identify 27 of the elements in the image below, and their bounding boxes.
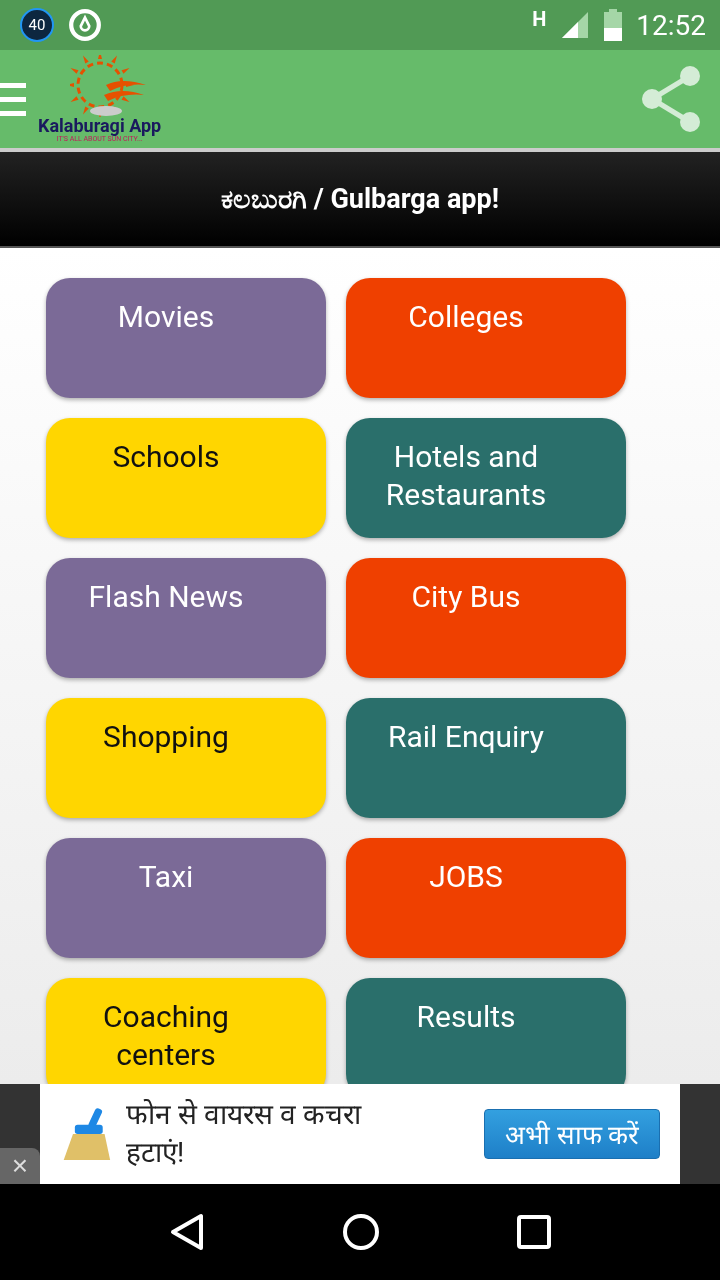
category-button[interactable]: City Bus bbox=[346, 558, 626, 678]
category-button[interactable]: Flash News bbox=[46, 558, 326, 678]
category-button[interactable]: Hotels and Restaurants bbox=[346, 418, 626, 538]
drop-icon bbox=[68, 8, 102, 42]
category-button[interactable]: Colleges bbox=[346, 278, 626, 398]
category-button[interactable]: Schools bbox=[46, 418, 326, 538]
category-button[interactable]: Rail Enquiry bbox=[346, 698, 626, 818]
recents-icon[interactable] bbox=[517, 1215, 552, 1249]
logo-title: Kalaburagi App bbox=[38, 117, 162, 135]
category-button[interactable]: Shopping bbox=[46, 698, 326, 818]
category-button[interactable]: Coaching centers bbox=[46, 978, 326, 1084]
clock: 12:52 bbox=[636, 8, 706, 42]
ad-banner[interactable]: फोन से वायरस व कचरा हटाएं! अभी साफ करें bbox=[40, 1084, 680, 1184]
close-button[interactable]: × bbox=[0, 1148, 40, 1184]
category-button[interactable]: Movies bbox=[46, 278, 326, 398]
ad-text: फोन से वायरस व कचरा हटाएं! bbox=[126, 1097, 363, 1171]
ad-button[interactable]: अभी साफ करें bbox=[484, 1109, 660, 1159]
home-icon[interactable] bbox=[342, 1213, 380, 1251]
network-type: H bbox=[532, 7, 547, 31]
category-button[interactable]: Taxi bbox=[46, 838, 326, 958]
category-button[interactable]: JOBS bbox=[346, 838, 626, 958]
battery-icon bbox=[604, 9, 623, 41]
category-button[interactable]: Results bbox=[346, 978, 626, 1084]
signal-icon bbox=[560, 10, 591, 40]
notification-badge: 40 bbox=[20, 8, 54, 42]
back-icon[interactable] bbox=[168, 1212, 205, 1252]
page-title: ಕಲಬುರಗಿ / Gulbarga app! bbox=[220, 183, 500, 215]
